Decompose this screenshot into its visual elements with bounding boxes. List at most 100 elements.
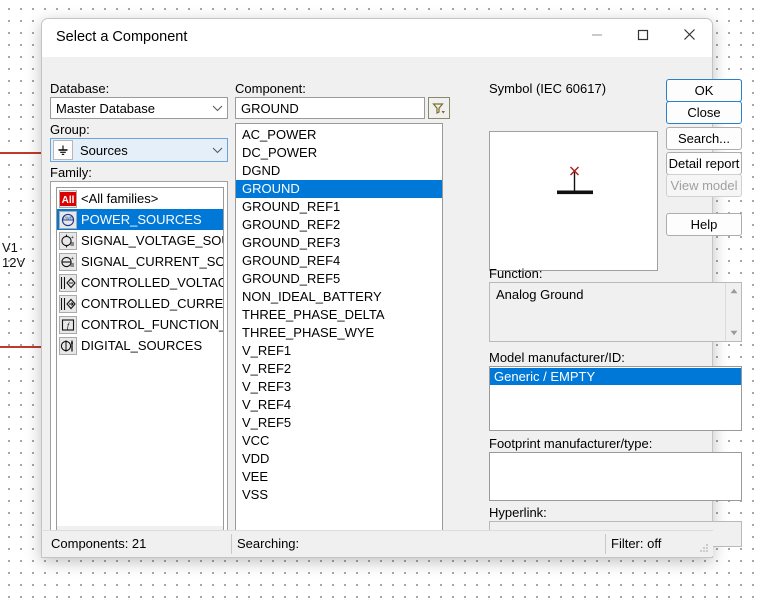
resize-grip-icon[interactable]: [699, 543, 709, 553]
function-box: Analog Ground: [489, 282, 742, 342]
close-dialog-button[interactable]: Close: [666, 101, 742, 124]
component-list-item[interactable]: GROUND_REF1: [236, 198, 442, 216]
model-manufacturer-label: Model manufacturer/ID:: [489, 350, 625, 365]
component-list-item[interactable]: DC_POWER: [236, 144, 442, 162]
family-item-label: CONTROL_FUNCTION_BLOCKS: [81, 317, 223, 332]
chevron-down-icon: [207, 98, 227, 118]
controlled-voltage-icon: [59, 273, 77, 292]
component-list-item[interactable]: NON_IDEAL_BATTERY: [236, 288, 442, 306]
family-list-item[interactable]: + SIGNAL_VOLTAGE_SOURCES: [57, 230, 223, 251]
filter-funnel-icon: [432, 102, 445, 114]
family-item-label: POWER_SOURCES: [81, 212, 202, 227]
component-list-item[interactable]: THREE_PHASE_WYE: [236, 324, 442, 342]
family-list-item[interactable]: CONTROLLED_VOLTAGE_SOURCES: [57, 272, 223, 293]
scroll-up-icon[interactable]: [726, 283, 741, 299]
group-combobox[interactable]: Sources: [50, 138, 228, 162]
ground-symbol-icon: [53, 140, 73, 160]
component-list[interactable]: AC_POWER DC_POWER DGND GROUND GROUND_REF1 GRO…: [236, 126, 442, 504]
database-label: Database:: [50, 81, 110, 96]
family-list-item[interactable]: All <All families>: [57, 188, 223, 209]
svg-text:+: +: [71, 235, 74, 241]
family-item-label: <All families>: [81, 191, 159, 206]
minimize-icon: [592, 33, 602, 36]
footprint-listbox[interactable]: [489, 452, 742, 501]
all-families-icon: All: [59, 189, 77, 208]
footprint-label: Footprint manufacturer/type:: [489, 436, 653, 451]
dialog-titlebar[interactable]: Select a Component: [42, 19, 712, 57]
component-list-item[interactable]: GROUND_REF2: [236, 216, 442, 234]
detail-report-button[interactable]: Detail report: [666, 152, 742, 175]
component-list-item[interactable]: GROUND_REF3: [236, 234, 442, 252]
component-label: Component:: [235, 81, 306, 96]
select-a-component-dialog: Select a Component Database: Master Data…: [41, 18, 742, 559]
family-item-label: CONTROLLED_CURRENT_SOURCES: [81, 296, 223, 311]
minimize-button[interactable]: [574, 19, 620, 50]
status-searching: Searching:: [237, 536, 300, 551]
family-listbox[interactable]: All <All families> PWR POWER_SOURCES + SIGNAL…: [56, 187, 224, 541]
digital-sources-icon: [59, 336, 77, 355]
family-list-item[interactable]: DIGITAL_SOURCES: [57, 335, 223, 356]
component-search-input[interactable]: [235, 97, 425, 119]
component-list-item[interactable]: V_REF5: [236, 414, 442, 432]
ok-button[interactable]: OK: [666, 79, 742, 102]
source-label-name: V1: [2, 240, 18, 255]
status-filter: Filter: off: [611, 536, 662, 551]
status-divider-2: [605, 534, 606, 554]
component-list-item[interactable]: V_REF3: [236, 378, 442, 396]
search-button[interactable]: Search...: [666, 127, 742, 150]
view-model-button: View model: [666, 174, 742, 197]
close-icon: [683, 29, 695, 40]
hyperlink-label: Hyperlink:: [489, 505, 547, 520]
dialog-body: Database: Master Database Group: Sources: [42, 57, 742, 559]
maximize-button[interactable]: [620, 19, 666, 50]
function-vscrollbar[interactable]: [725, 283, 741, 341]
svg-text:All: All: [62, 195, 75, 206]
signal-current-icon: +: [59, 252, 77, 271]
symbol-preview: [489, 131, 658, 271]
component-listbox[interactable]: AC_POWER DC_POWER DGND GROUND GROUND_REF1 GRO…: [235, 123, 443, 545]
controlled-current-icon: [59, 294, 77, 313]
dialog-title: Select a Component: [56, 29, 188, 45]
family-panel: All <All families> PWR POWER_SOURCES + SIGNAL…: [50, 181, 228, 545]
close-button[interactable]: [666, 19, 712, 50]
group-value: Sources: [80, 142, 128, 158]
help-button[interactable]: Help: [666, 213, 742, 236]
family-list-item[interactable]: CONTROLLED_CURRENT_SOURCES: [57, 293, 223, 314]
family-item-label: DIGITAL_SOURCES: [81, 338, 203, 353]
database-combobox[interactable]: Master Database: [50, 97, 228, 119]
component-list-item[interactable]: VEE: [236, 468, 442, 486]
family-list-item[interactable]: + SIGNAL_CURRENT_SOURCES: [57, 251, 223, 272]
control-function-icon: f: [59, 315, 77, 334]
model-manufacturer-value[interactable]: Generic / EMPTY: [490, 368, 741, 385]
family-list[interactable]: All <All families> PWR POWER_SOURCES + SIGNAL…: [57, 188, 223, 356]
component-list-item[interactable]: VCC: [236, 432, 442, 450]
function-value: Analog Ground: [496, 287, 584, 302]
svg-text:f: f: [67, 321, 71, 330]
component-list-item[interactable]: AC_POWER: [236, 126, 442, 144]
component-list-item[interactable]: VDD: [236, 450, 442, 468]
symbol-label: Symbol (IEC 60617): [489, 81, 607, 96]
component-list-item[interactable]: GROUND: [236, 180, 442, 198]
component-list-item[interactable]: DGND: [236, 162, 442, 180]
component-list-item[interactable]: GROUND_REF4: [236, 252, 442, 270]
filter-button[interactable]: [428, 97, 450, 119]
family-list-item[interactable]: f CONTROL_FUNCTION_BLOCKS: [57, 314, 223, 335]
component-list-item[interactable]: V_REF1: [236, 342, 442, 360]
function-label: Function:: [489, 266, 543, 281]
group-label: Group:: [50, 122, 90, 137]
chevron-down-icon: [207, 139, 227, 161]
source-label-value: 12V: [2, 255, 26, 270]
model-manufacturer-listbox[interactable]: Generic / EMPTY: [489, 366, 742, 431]
family-label: Family:: [50, 165, 92, 180]
component-list-item[interactable]: GROUND_REF5: [236, 270, 442, 288]
database-value: Master Database: [56, 100, 155, 116]
family-list-item[interactable]: PWR POWER_SOURCES: [57, 209, 223, 230]
component-list-item[interactable]: THREE_PHASE_DELTA: [236, 306, 442, 324]
dialog-statusbar: Components: 21 Searching: Filter: off: [43, 530, 713, 556]
scroll-down-icon[interactable]: [726, 325, 741, 341]
component-list-item[interactable]: V_REF2: [236, 360, 442, 378]
component-list-item[interactable]: V_REF4: [236, 396, 442, 414]
power-sources-icon: PWR: [59, 210, 77, 229]
component-list-item[interactable]: VSS: [236, 486, 442, 504]
svg-text:PWR: PWR: [63, 215, 73, 220]
